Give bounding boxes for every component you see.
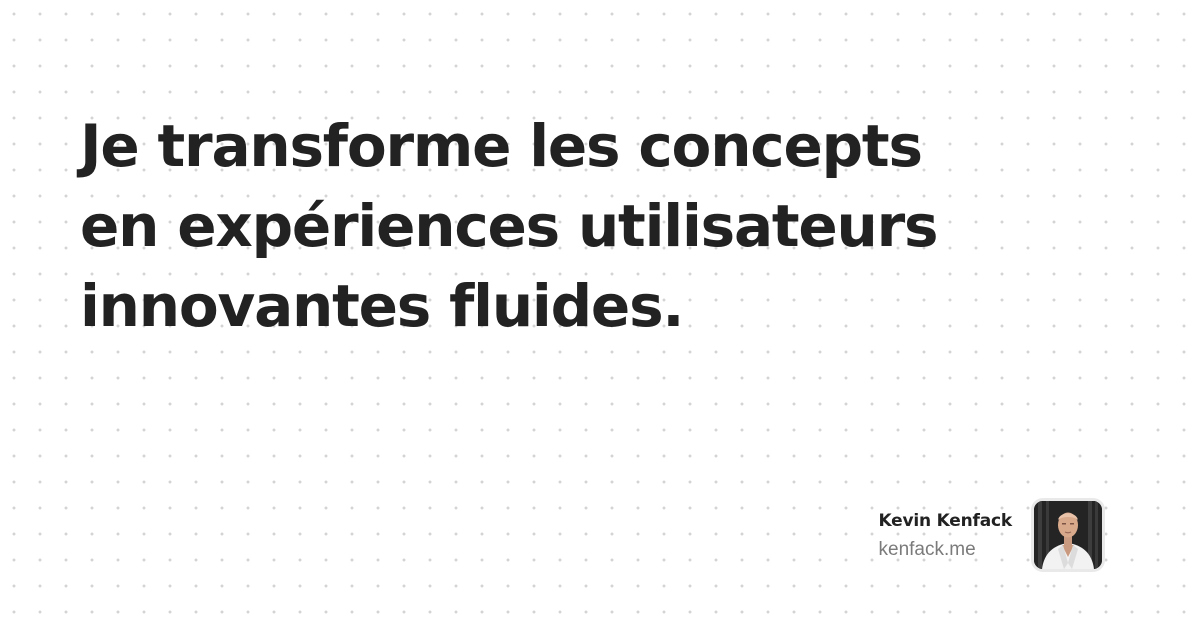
author-name: Kevin Kenfack xyxy=(878,510,1013,531)
author-website: kenfack.me xyxy=(878,538,976,560)
headline: Je transforme les concepts en expérience… xyxy=(80,106,1080,346)
author-card: Kevin Kenfack kenfack.me xyxy=(879,498,1105,572)
author-info: Kevin Kenfack kenfack.me xyxy=(879,510,1013,561)
avatar xyxy=(1031,498,1105,572)
headline-line: en expériences utilisateurs xyxy=(80,192,939,260)
headline-line: Je transforme les concepts xyxy=(80,112,923,180)
headline-line: innovantes fluides. xyxy=(80,272,684,340)
person-photo-icon xyxy=(1034,501,1102,569)
